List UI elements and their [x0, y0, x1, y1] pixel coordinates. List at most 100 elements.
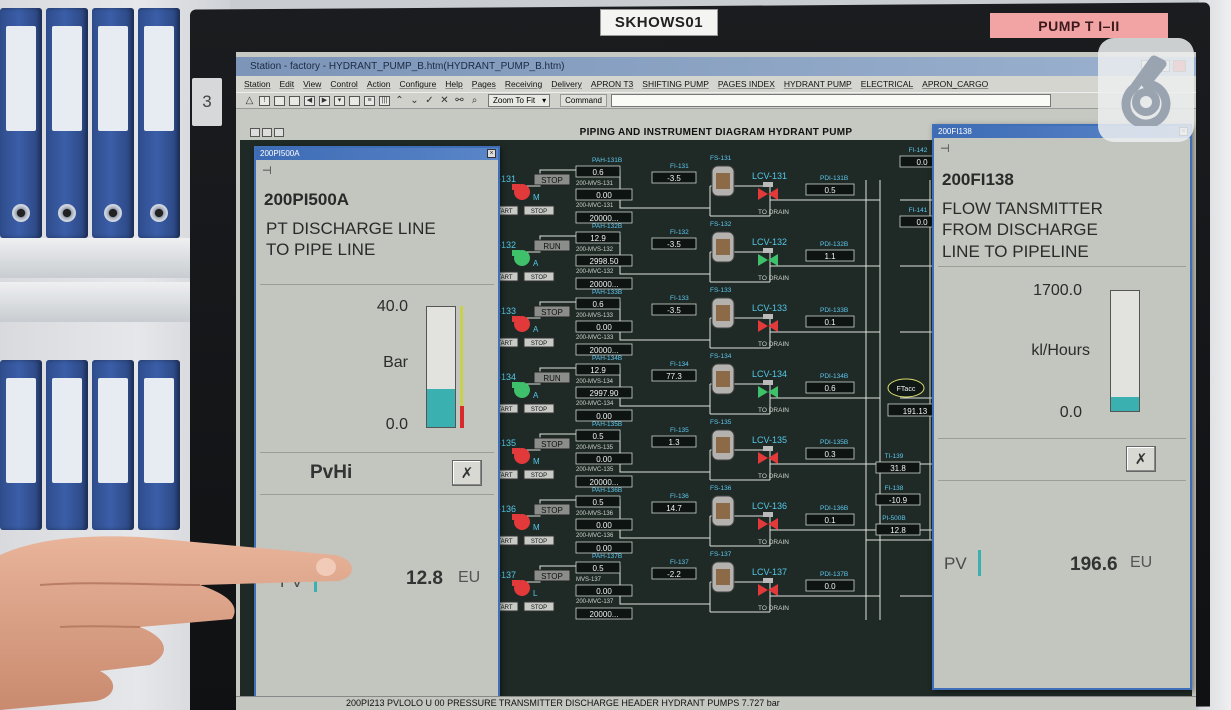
menu-item[interactable]: Edit — [279, 79, 294, 89]
mvs-tag: 200-MVS-132 — [576, 247, 614, 253]
pv-bar-fill — [1111, 397, 1139, 411]
shelf-board — [0, 238, 205, 278]
menu-item[interactable]: Configure — [399, 79, 436, 89]
fi-value: -3.5 — [667, 240, 681, 249]
fi-tag: FI-134 — [670, 361, 689, 368]
pin-icon[interactable]: ⊣ — [940, 142, 950, 155]
zoom-dropdown[interactable]: Zoom To Fit — [488, 94, 551, 107]
mvc-value: 0.00 — [596, 412, 612, 421]
faceplate-flow[interactable]: 200FI138 × ⊣ 200FI138 FLOW TANSMITTER FR… — [932, 124, 1192, 690]
faceplate-titlebar: 200PI500A × — [256, 148, 498, 160]
pdi-value: 0.1 — [824, 516, 836, 525]
valve-actuator — [763, 314, 773, 319]
menu-item[interactable]: HYDRANT PUMP — [784, 79, 852, 89]
instrument-value: 12.8 — [890, 526, 906, 535]
search-icon[interactable]: ⌕ — [469, 95, 480, 106]
pin-icon[interactable]: ⊣ — [262, 164, 272, 177]
acknowledge-button[interactable]: ✗ — [1126, 446, 1156, 472]
filter-separator-core — [716, 239, 730, 255]
diagram-tab[interactable] — [262, 128, 272, 137]
binder-ring — [58, 204, 76, 222]
range-low: 0.0 — [1059, 404, 1082, 421]
menu-item[interactable]: PAGES INDEX — [718, 79, 775, 89]
pv-bargraph — [426, 306, 456, 428]
menu-item[interactable]: Action — [367, 79, 391, 89]
mvc-tag: 200-MVC-135 — [576, 467, 614, 473]
menu-item[interactable]: SHIFTING PUMP — [642, 79, 709, 89]
pah-value: 0.5 — [592, 564, 604, 573]
acknowledge-icon: ✗ — [1134, 451, 1148, 468]
shelf-board — [0, 282, 205, 322]
control-valve-icon — [758, 518, 778, 530]
menu-item[interactable]: Receiving — [505, 79, 542, 89]
alarm-status: PvHi — [310, 462, 353, 483]
mvs-value: 2997.90 — [590, 389, 619, 398]
menu-item[interactable]: Pages — [472, 79, 496, 89]
fi-value: -3.5 — [667, 174, 681, 183]
bars-icon[interactable]: ||| — [379, 95, 390, 106]
forward-icon[interactable]: ▶ — [319, 95, 330, 106]
alarm-icon[interactable]: ! — [259, 95, 270, 106]
back-icon[interactable]: ◀ — [304, 95, 315, 106]
fi-tag: FI-136 — [670, 493, 689, 500]
trend-icon[interactable]: ≡ — [364, 95, 375, 106]
menu-item[interactable]: Help — [445, 79, 462, 89]
fi-tag: FI-131 — [670, 163, 689, 170]
divider — [260, 494, 494, 495]
instrument-value: 0.0 — [916, 218, 928, 227]
mvc-value: 20000... — [590, 610, 619, 619]
description-line: FROM DISCHARGE — [942, 220, 1098, 240]
check-icon[interactable]: ✓ — [424, 95, 435, 106]
mvc-tag: 200-MVC-136 — [576, 533, 614, 539]
menu-item[interactable]: APRON_CARGO — [922, 79, 988, 89]
binder-label — [52, 378, 82, 483]
diagram-tab[interactable] — [274, 128, 284, 137]
stop-label: STOP — [531, 341, 547, 347]
binoculars-icon[interactable]: ⚯ — [454, 95, 465, 106]
menu-item[interactable]: ELECTRICAL — [861, 79, 913, 89]
mvc-value: 20000... — [590, 214, 619, 223]
instrument-tag: PI-500B — [882, 515, 906, 522]
drain-label: TO DRAIN — [758, 341, 789, 348]
range-high: 40.0 — [376, 298, 408, 315]
pdi-value: 1.1 — [824, 252, 836, 261]
lcv-tag: LCV-132 — [752, 237, 787, 247]
pump-state: STOP — [541, 440, 563, 449]
pv-bar-fill — [427, 388, 455, 427]
pump-state: STOP — [541, 308, 563, 317]
down-arrow-icon[interactable]: ⌄ — [409, 95, 420, 106]
menu-item[interactable]: Control — [330, 79, 357, 89]
mvc-value: 0.00 — [596, 544, 612, 553]
stop-label: STOP — [531, 209, 547, 215]
command-input[interactable] — [611, 94, 1051, 107]
pump-sticker: PUMP T I–II — [990, 13, 1168, 38]
drain-label: TO DRAIN — [758, 275, 789, 282]
pv-unit: EU — [458, 569, 481, 586]
pdi-tag: PDI-135B — [820, 439, 848, 446]
acknowledge-button[interactable]: ✗ — [452, 460, 482, 486]
menu-item[interactable]: Station — [244, 79, 270, 89]
pdi-value: 0.0 — [824, 582, 836, 591]
cancel-icon[interactable]: ✕ — [439, 95, 450, 106]
mvs-value: 0.00 — [596, 455, 612, 464]
menu-item[interactable]: View — [303, 79, 321, 89]
mvc-tag: 200-MVC-133 — [576, 335, 614, 341]
close-icon[interactable]: × — [487, 149, 496, 158]
menu-item[interactable]: Delivery — [551, 79, 582, 89]
command-label: Command — [560, 94, 607, 107]
page-icon[interactable] — [274, 95, 285, 106]
control-valve-icon — [758, 188, 778, 200]
triangle-icon[interactable]: △ — [244, 95, 255, 106]
pah-value: 0.6 — [592, 168, 604, 177]
faceplate-tag: 200FI138 — [942, 170, 1014, 189]
history-icon[interactable]: ▾ — [334, 95, 345, 106]
pah-tag: PAH-134B — [592, 355, 622, 362]
print-icon[interactable] — [349, 95, 360, 106]
six-logo-icon — [1121, 55, 1171, 126]
valve-actuator — [763, 380, 773, 385]
up-arrow-icon[interactable]: ⌃ — [394, 95, 405, 106]
diagram-tab[interactable] — [250, 128, 260, 137]
pah-tag: PAH-136B — [592, 487, 622, 494]
folder-icon[interactable] — [289, 95, 300, 106]
menu-item[interactable]: APRON T3 — [591, 79, 633, 89]
